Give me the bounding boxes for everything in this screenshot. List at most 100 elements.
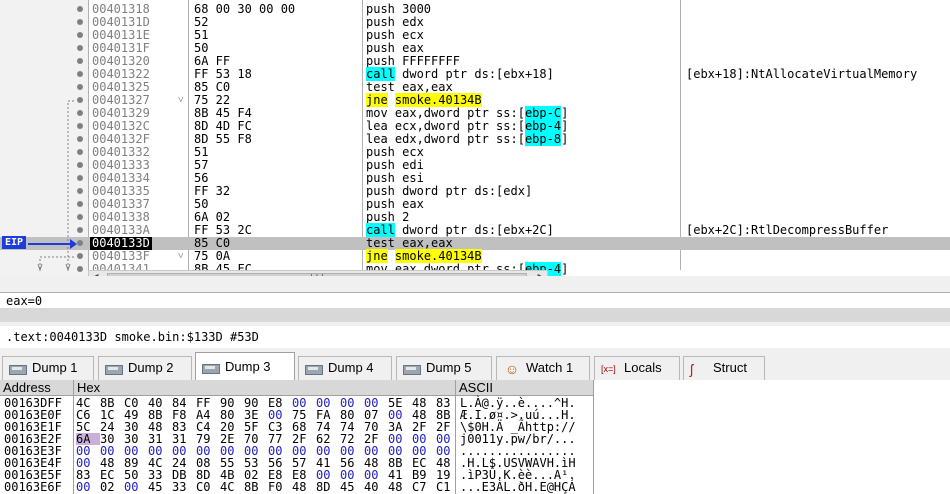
- instruction-token: lea ecx,dword ptr ss:[: [366, 119, 525, 133]
- dump-byte[interactable]: 45: [340, 481, 364, 493]
- horizontal-scrollbar[interactable]: ◀ ||| ▶: [88, 270, 548, 276]
- address-info-text: .text:0040133D smoke.bin:$133D #53D: [6, 330, 259, 344]
- dump-byte[interactable]: 8D: [316, 481, 340, 493]
- tab-struct[interactable]: ʃ Struct: [683, 356, 765, 380]
- column-header-address[interactable]: Address: [0, 380, 74, 396]
- instruction-bytes: 68 00 30 00 00: [194, 2, 296, 16]
- dump-row[interactable]: 00163E6F 00 02 00 45 33 C0 4C 8B F0 48 8D 45 40 48 C7 C1…: [0, 481, 950, 493]
- scroll-right-icon[interactable]: ▶: [538, 272, 543, 276]
- dump-byte[interactable]: C0: [196, 481, 220, 493]
- dump-byte[interactable]: 00: [76, 481, 100, 493]
- instruction-token: ]: [561, 262, 569, 276]
- column-header-hex[interactable]: Hex: [74, 380, 456, 396]
- instruction-token: push ecx: [366, 145, 424, 159]
- dump-byte[interactable]: 40: [364, 481, 388, 493]
- instruction-token: call: [366, 67, 395, 81]
- dump-icon: [305, 363, 323, 375]
- jump-indicator-icon: ˅: [178, 251, 184, 262]
- dump-byte[interactable]: C7: [412, 481, 436, 493]
- instruction-token: push edi: [366, 158, 424, 172]
- instruction-token: dword ptr ds:[ebx+18]: [394, 67, 554, 81]
- instruction-token: push esi: [366, 171, 424, 185]
- scroll-left-icon[interactable]: ◀: [93, 272, 98, 276]
- instruction-token: call: [366, 223, 395, 237]
- instruction-token: [388, 249, 395, 263]
- tab-label: Dump 2: [128, 360, 174, 375]
- dump-byte[interactable]: 4C: [220, 481, 244, 493]
- instruction-token: lea edx,dword ptr ss:[: [366, 132, 525, 146]
- tab-label: Dump 4: [328, 360, 374, 375]
- tab-label: Dump 5: [426, 360, 472, 375]
- dump-byte[interactable]: C1: [436, 481, 460, 493]
- instruction-token: push ecx: [366, 28, 424, 42]
- grip-icon: |||: [309, 274, 325, 276]
- instruction-token: test eax,eax: [366, 80, 453, 94]
- memory-dump-view[interactable]: Address Hex ASCII 00163DFF 4C 8B C0 40 84 FF 90…: [0, 380, 950, 494]
- instruction-comment: [ebx+2C]:RtlDecompressBuffer: [686, 223, 889, 237]
- address-info-pane: .text:0040133D smoke.bin:$133D #53D: [0, 326, 950, 348]
- instruction-token: dword ptr ds:[ebx+2C]: [394, 223, 554, 237]
- dump-byte[interactable]: 45: [148, 481, 172, 493]
- pane-separator[interactable]: [0, 308, 950, 322]
- instruction-token: push eax: [366, 41, 424, 55]
- tab-dump-5[interactable]: Dump 5: [396, 356, 492, 380]
- instruction-token: jne: [366, 249, 388, 263]
- tab-dump-2[interactable]: Dump 2: [98, 356, 192, 380]
- tab-label: Dump 3: [225, 359, 271, 374]
- dump-hex: 00 02 00 45 33 C0 4C 8B F0 48 8D 45 40 48 C7 C1: [76, 481, 460, 493]
- instruction-token: test eax,eax: [366, 236, 453, 250]
- instruction-token: jne: [366, 93, 388, 107]
- tab-dump-3[interactable]: Dump 3: [195, 352, 295, 381]
- register-info-pane: eax=0: [0, 292, 950, 308]
- eip-marker: EIP: [2, 236, 27, 249]
- jump-indicator-icon: ˅: [178, 95, 184, 106]
- instruction-token: ]: [561, 106, 569, 120]
- instruction-token: push FFFFFFFF: [366, 54, 460, 68]
- tab-label: Locals: [624, 360, 662, 375]
- watch-icon: ☺: [504, 360, 520, 377]
- dump-icon: [202, 362, 220, 374]
- instruction-token: ]: [561, 119, 569, 133]
- struct-icon: ʃ: [690, 360, 694, 377]
- register-info-text: eax=0: [6, 294, 43, 308]
- dump-address: 00163E6F: [4, 480, 62, 494]
- instruction-token: ebp-8: [524, 132, 562, 146]
- tab-locals[interactable]: [x=] Locals: [594, 356, 680, 380]
- column-header-ascii[interactable]: ASCII: [456, 380, 594, 396]
- dump-icon: [9, 363, 27, 375]
- instruction-token: smoke.40134B: [394, 249, 482, 263]
- dump-byte[interactable]: 02: [100, 481, 124, 493]
- tab-watch-1[interactable]: ☺ Watch 1: [496, 356, 590, 380]
- tab-label: Watch 1: [526, 360, 574, 375]
- instruction-token: ebp-4: [524, 119, 562, 133]
- dump-byte[interactable]: F0: [268, 481, 292, 493]
- dump-tab-bar: Dump 1 Dump 2 Dump 3 Dump 4 Dump 5 ☺ Watch 1 [x…: [0, 352, 950, 381]
- tab-dump-4[interactable]: Dump 4: [298, 356, 392, 380]
- dump-byte[interactable]: 48: [388, 481, 412, 493]
- instruction-token: [388, 93, 395, 107]
- instruction-token: push eax: [366, 197, 424, 211]
- instruction-token: push edx: [366, 15, 424, 29]
- jump-arrows: [37, 100, 74, 272]
- dump-byte[interactable]: 33: [172, 481, 196, 493]
- dump-byte[interactable]: 8B: [244, 481, 268, 493]
- eip-arrow-icon: [70, 239, 77, 249]
- eip-arrow-line: [28, 243, 72, 245]
- instruction-token: push 3000: [366, 2, 432, 16]
- tab-label: Dump 1: [32, 360, 78, 375]
- instruction-token: push 2: [366, 210, 410, 224]
- instruction-token: smoke.40134B: [394, 93, 482, 107]
- dump-byte[interactable]: 48: [292, 481, 316, 493]
- tab-label: Struct: [713, 360, 747, 375]
- locals-icon: [x=]: [601, 363, 616, 374]
- instruction-token: push dword ptr ds:[edx]: [366, 184, 533, 198]
- tab-dump-1[interactable]: Dump 1: [2, 356, 94, 380]
- instruction-comment: [ebx+18]:NtAllocateVirtualMemory: [686, 67, 918, 81]
- scrollbar-thumb[interactable]: |||: [107, 273, 527, 276]
- disassembly-view[interactable]: 00401318 68 00 30 00 00 push 3000 0040131D 5…: [0, 0, 950, 276]
- instruction-token: ebp-C: [524, 106, 562, 120]
- instruction-token: mov eax,dword ptr ss:[: [366, 106, 525, 120]
- dump-byte[interactable]: 00: [124, 481, 148, 493]
- dump-icon: [105, 363, 123, 375]
- dump-ascii: ...E3ÀL.ðH.E@HÇÁ: [460, 480, 576, 494]
